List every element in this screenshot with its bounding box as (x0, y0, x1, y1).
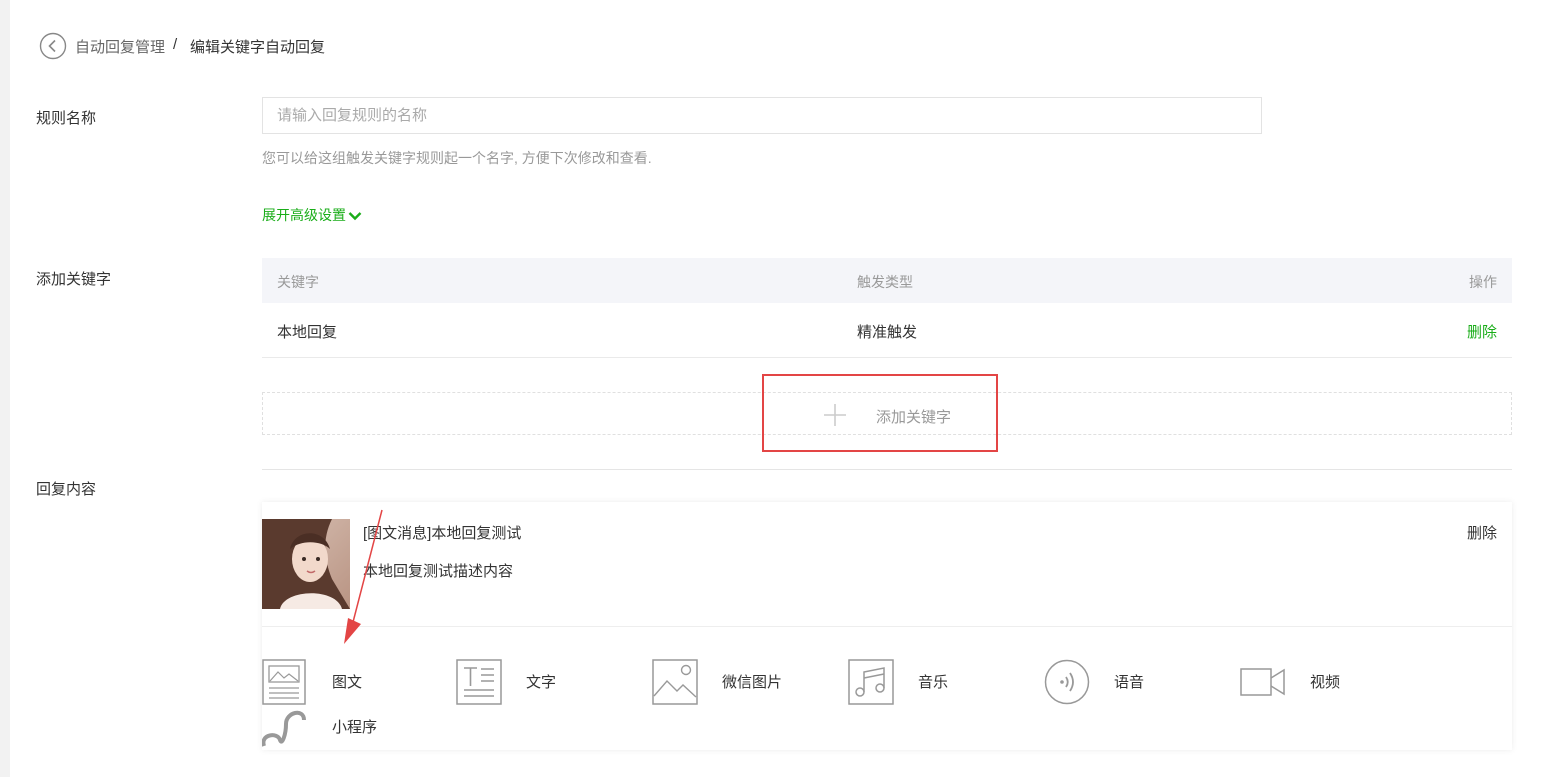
type-music-button[interactable]: 音乐 (848, 659, 988, 705)
music-icon (848, 659, 894, 705)
rule-name-hint: 您可以给这组触发关键字规则起一个名字, 方便下次修改和查看. (262, 150, 652, 166)
trigger-type-value: 精准触发 (857, 324, 918, 341)
rule-name-input[interactable] (262, 97, 1262, 134)
section-divider (262, 469, 1512, 470)
portrait-thumbnail-image (262, 519, 350, 609)
delete-keyword-button[interactable]: 删除 (1467, 321, 1497, 342)
reply-content-label: 回复内容 (36, 481, 97, 498)
type-miniprogram-label: 小程序 (332, 719, 378, 736)
miniprogram-icon (262, 710, 306, 747)
reply-content-card: [图文消息]本地回复测试 本地回复测试描述内容 删除 图文 文字 微信图片 音乐… (262, 502, 1512, 750)
type-video-label: 视频 (1310, 674, 1341, 691)
text-icon (456, 659, 502, 705)
type-image-label: 微信图片 (722, 674, 783, 691)
type-news-button[interactable]: 图文 (262, 659, 402, 705)
reply-news-description: 本地回复测试描述内容 (363, 563, 514, 580)
table-row: 本地回复 精准触发 删除 (262, 303, 1512, 358)
expand-advanced-settings-label: 展开高级设置 (262, 207, 346, 223)
card-divider (262, 626, 1512, 627)
column-action: 操作 (1469, 274, 1497, 290)
type-news-label: 图文 (332, 674, 363, 691)
column-trigger-type: 触发类型 (857, 274, 913, 290)
type-miniprogram-button[interactable]: 小程序 (262, 704, 402, 750)
chevron-down-icon (348, 212, 362, 221)
edit-keyword-reply-page: 自动回复管理 / 编辑关键字自动回复 规则名称 您可以给这组触发关键字规则起一个… (10, 0, 1554, 777)
type-text-button[interactable]: 文字 (456, 659, 596, 705)
column-keyword: 关键字 (277, 274, 319, 290)
reply-news-title: [图文消息]本地回复测试 (363, 525, 522, 542)
breadcrumb-current: 编辑关键字自动回复 (190, 39, 326, 56)
delete-reply-button[interactable]: 删除 (1467, 522, 1497, 543)
type-music-label: 音乐 (918, 674, 949, 691)
voice-icon (1044, 659, 1090, 705)
type-voice-label: 语音 (1114, 674, 1145, 691)
image-icon (652, 659, 698, 705)
breadcrumb-separator: / (173, 36, 178, 53)
video-icon (1240, 668, 1285, 696)
annotation-highlight-box (762, 374, 998, 452)
type-text-label: 文字 (526, 674, 557, 691)
type-video-button[interactable]: 视频 (1240, 659, 1380, 705)
keyword-table-header: 关键字 触发类型 操作 (262, 258, 1512, 303)
type-image-button[interactable]: 微信图片 (652, 659, 812, 705)
back-arrow-icon[interactable] (39, 32, 67, 60)
expand-advanced-settings-link[interactable]: 展开高级设置 (262, 205, 362, 225)
breadcrumb-parent-link[interactable]: 自动回复管理 (75, 36, 165, 57)
keywords-label: 添加关键字 (36, 271, 112, 288)
keyword-value: 本地回复 (277, 324, 338, 341)
rule-name-label: 规则名称 (36, 110, 97, 127)
news-thumbnail (262, 519, 350, 609)
news-icon (262, 659, 306, 705)
type-voice-button[interactable]: 语音 (1044, 659, 1184, 705)
